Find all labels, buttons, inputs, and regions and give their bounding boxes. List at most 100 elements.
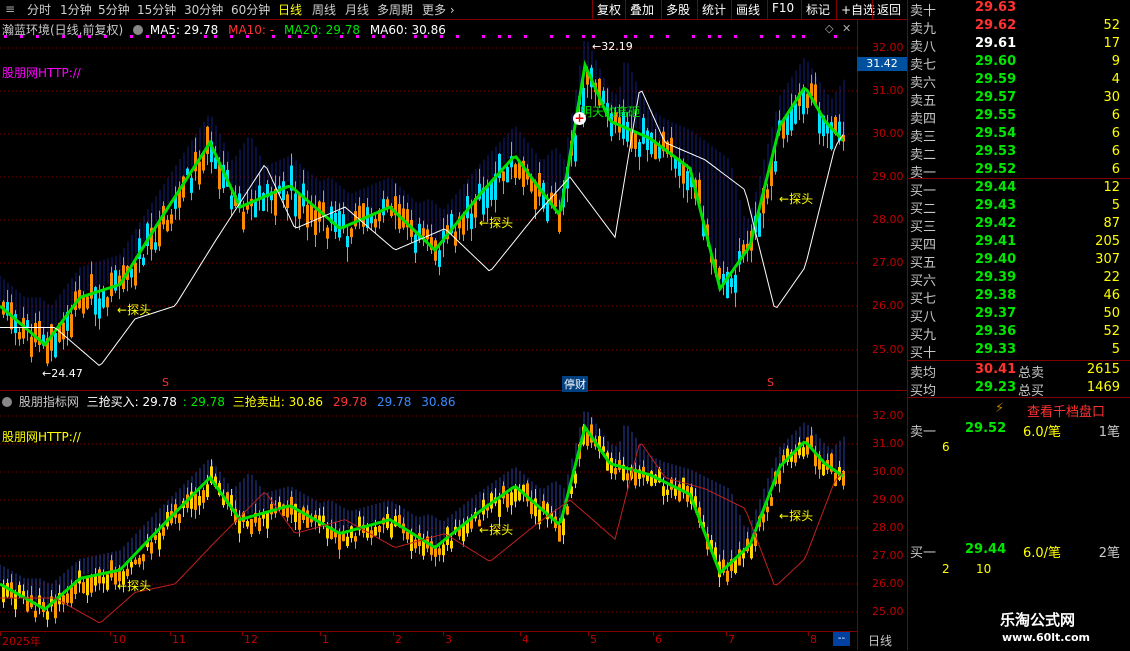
period-tab-3[interactable]: 15分钟 [137,1,176,18]
sell-level-7[interactable]: 卖四 29.55 6 [908,108,1130,127]
indicator-panel[interactable] [0,391,857,631]
buy-level-3[interactable]: 买三 29.42 87 [908,216,1130,235]
period-tab-2[interactable]: 5分钟 [98,1,130,18]
candle-body [382,199,385,216]
probe-text: 探头 [127,303,152,317]
toolbar-button-6[interactable]: 标记 [801,0,834,19]
toolbar-button-0[interactable]: 复权 [592,0,625,19]
level-label: 卖三 [910,130,937,145]
main-kline-panel[interactable] [0,20,857,390]
settings-icon[interactable] [133,25,144,35]
scroll-button[interactable]: -- [833,632,850,646]
period-tab-5[interactable]: 60分钟 [231,1,270,18]
toolbar-button-1[interactable]: 叠加 [625,0,658,19]
level-volume: 22 [1103,270,1120,285]
candle-body [90,576,93,593]
level-volume: 12 [1103,180,1120,195]
period-tab-0[interactable]: 分时 [27,1,51,18]
sell-level-9[interactable]: 卖二 29.53 6 [908,144,1130,163]
plus-marker-icon[interactable]: + [573,112,586,125]
sub-y-tick: 29.00 [872,493,904,506]
candle-body [258,517,261,532]
period-tab-4[interactable]: 30分钟 [184,1,223,18]
candle-body [438,250,441,268]
candle-body [374,218,377,228]
avg-sell-price: 30.41 [975,362,1017,377]
indicator-chart[interactable] [0,391,857,631]
buy-level-5[interactable]: 买五 29.40 307 [908,252,1130,271]
level-volume: 4 [1111,72,1120,87]
level-volume: 6 [1111,126,1120,141]
buy-level-10[interactable]: 买十 29.33 5 [908,342,1130,361]
level-volume: 17 [1103,36,1120,51]
candle-body [650,471,653,486]
sell-level-2[interactable]: 卖九 29.62 52 [908,18,1130,37]
main-y-tick: 30.00 [872,127,904,140]
candle-body [294,193,297,217]
level-price: 29.54 [975,126,1017,141]
candle-body [322,515,325,522]
indicator-name: 股朋指标网 [18,395,79,409]
close-icon[interactable]: ✕ [842,22,851,35]
period-tab-10[interactable]: 更多 › [422,1,455,18]
buy-level-8[interactable]: 买八 29.37 50 [908,306,1130,325]
menu-icon[interactable]: ≡ [5,2,15,16]
sell-level-1[interactable]: 卖十 29.63 [908,0,1130,19]
buy-level-1[interactable]: 买一 29.44 12 [908,180,1130,199]
period-tab-1[interactable]: 1分钟 [60,1,92,18]
candle-body [390,523,393,538]
level-label: 卖六 [910,76,937,91]
period-tab-7[interactable]: 周线 [312,1,336,18]
date-tick: 11 [172,633,186,646]
sell-level-6[interactable]: 卖五 29.57 30 [908,90,1130,109]
candle-body [130,561,133,568]
toolbar-button-5[interactable]: F10 [767,0,798,19]
sell-level-3[interactable]: 卖八 29.61 17 [908,36,1130,55]
period-tab-8[interactable]: 月线 [345,1,369,18]
event-marker[interactable]: 停财 [562,376,588,392]
candle-body [282,181,285,201]
candle-body [506,166,509,183]
date-tick-mark [393,632,394,636]
probe-text: 探头 [127,579,152,593]
toolbar-button-3[interactable]: 统计 [697,0,730,19]
kline-chart[interactable] [0,20,857,390]
candle-body [26,320,29,328]
candle-body [178,514,181,524]
period-tab-6[interactable]: 日线 [278,1,302,18]
date-tick-mark [320,632,321,636]
candle-body [514,164,517,178]
date-tick: 8 [810,633,817,646]
candle-body [54,333,57,358]
candle-body [70,314,73,338]
candle-body [338,531,341,550]
level-volume: 6 [1111,162,1120,177]
candle-body [150,542,153,554]
period-tab-9[interactable]: 多周期 [377,1,413,18]
toolbar-button-8[interactable]: 返回 [872,0,905,19]
buy-level-4[interactable]: 买四 29.41 205 [908,234,1130,253]
s-marker-1[interactable]: S [162,376,169,389]
toolbar-button-4[interactable]: 画线 [731,0,764,19]
sell-level-5[interactable]: 卖六 29.59 4 [908,72,1130,91]
s-marker-2[interactable]: S [767,376,774,389]
toolbar-button-2[interactable]: 多股 [661,0,694,19]
buy-level-9[interactable]: 买九 29.36 52 [908,324,1130,343]
main-y-tick: 31.00 [872,84,904,97]
candle-body [298,194,301,219]
level-label: 买十 [910,346,937,361]
sell-level-8[interactable]: 卖三 29.54 6 [908,126,1130,145]
sell-level-4[interactable]: 卖七 29.60 9 [908,54,1130,73]
candle-body [194,493,197,510]
candle-body [626,473,629,481]
level-price: 29.39 [975,270,1017,285]
sub-probe-1: ←探头 [117,579,152,593]
settings-icon[interactable] [2,397,12,407]
buy-level-2[interactable]: 买二 29.43 5 [908,198,1130,217]
candle-body [46,611,49,620]
diamond-icon[interactable]: ◇ [825,22,833,35]
buy-level-7[interactable]: 买七 29.38 46 [908,288,1130,307]
thousand-level-link[interactable]: 查看千档盘口 [1027,401,1105,420]
buy-level-6[interactable]: 买六 29.39 22 [908,270,1130,289]
candle-body [298,512,301,530]
